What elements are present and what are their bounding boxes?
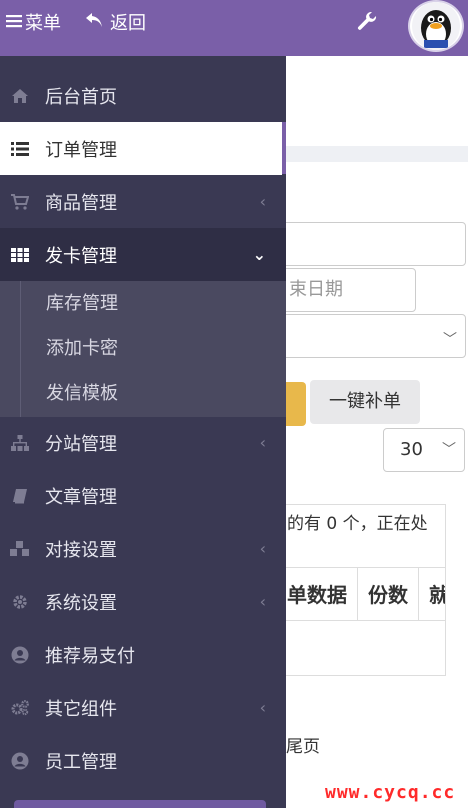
submenu-item-add-card[interactable]: 添加卡密 (46, 326, 118, 371)
chevron-down-icon: ﹀ (442, 442, 456, 458)
avatar[interactable] (408, 0, 464, 52)
orders-table: 的有 0 个，正在处 单数据 份数 就 (276, 504, 446, 676)
sidebar-item-epay[interactable]: 推荐易支付 (0, 628, 286, 681)
back-arrow-icon (84, 11, 104, 34)
menu-button[interactable]: 菜单 (6, 10, 61, 34)
sidebar-item-home[interactable]: 后台首页 (0, 69, 286, 122)
status-select[interactable]: ﹀ (276, 314, 466, 358)
one-click-reorder-button[interactable]: 一键补单 (310, 380, 420, 424)
gears-icon (10, 698, 30, 718)
status-hint: 的有 0 个，正在处 (287, 514, 428, 534)
sidebar-item-articles[interactable]: 文章管理 (0, 469, 286, 522)
sidebar-item-label: 商品管理 (45, 192, 117, 214)
sidebar-item-label: 发卡管理 (45, 245, 117, 267)
wrench-icon[interactable] (356, 10, 380, 34)
sidebar-item-integration[interactable]: 对接设置 ‹ (0, 522, 286, 575)
menu-label: 菜单 (25, 13, 61, 34)
cards-submenu: 库存管理 添加卡密 发信模板 (0, 281, 286, 417)
top-panel (286, 56, 468, 146)
home-icon (10, 86, 30, 106)
sidebar-item-substations[interactable]: 分站管理 ‹ (0, 416, 286, 469)
logout-button[interactable] (14, 800, 266, 808)
active-indicator (282, 122, 286, 174)
divider (286, 146, 468, 162)
cubes-icon (10, 539, 30, 559)
gear-icon (10, 592, 30, 612)
sidebar-item-components[interactable]: 其它组件 ‹ (0, 681, 286, 734)
cart-icon (10, 192, 30, 212)
sidebar-item-products[interactable]: 商品管理 ‹ (0, 175, 286, 228)
column-header: 单数据 (277, 568, 358, 620)
hamburger-icon (6, 12, 22, 33)
back-button[interactable]: 返回 (84, 10, 146, 34)
sidebar-item-label: 后台首页 (45, 86, 117, 108)
search-input[interactable] (276, 222, 466, 266)
submenu-guide-line (20, 281, 21, 417)
page-size-select[interactable]: 30 ﹀ (383, 428, 465, 472)
chevron-down-icon: ⌄ (252, 245, 266, 264)
sidebar-item-label: 其它组件 (45, 698, 117, 720)
sidebar-item-label: 员工管理 (45, 751, 117, 773)
sidebar-item-staff[interactable]: 员工管理 (0, 734, 286, 787)
sidebar-item-label: 文章管理 (45, 486, 117, 508)
chevron-left-icon: ‹ (259, 539, 266, 558)
back-label: 返回 (110, 13, 146, 34)
end-date-input[interactable]: 束日期 (276, 268, 416, 312)
sidebar-item-orders[interactable]: 订单管理 (0, 122, 282, 175)
page-size-value: 30 (400, 439, 423, 460)
grid-icon (10, 245, 30, 265)
sidebar-item-label: 对接设置 (45, 539, 117, 561)
sidebar-item-cards[interactable]: 发卡管理 ⌄ (0, 228, 286, 281)
user-circle-icon (10, 751, 30, 771)
table-header-row: 单数据 份数 就 (277, 567, 445, 621)
top-bar: 菜单 返回 (0, 0, 468, 56)
sidebar-item-label: 推荐易支付 (45, 645, 135, 667)
sidebar: 后台首页 订单管理 商品管理 ‹ 发卡管理 ⌄ 库存管理 添加卡密 发信模板 分… (0, 56, 286, 808)
sidebar-item-label: 系统设置 (45, 592, 117, 614)
column-header: 份数 (358, 568, 419, 620)
sidebar-item-system[interactable]: 系统设置 ‹ (0, 575, 286, 628)
submenu-item-mail-template[interactable]: 发信模板 (46, 371, 118, 416)
list-icon (10, 139, 30, 159)
chevron-left-icon: ‹ (259, 433, 266, 452)
sitemap-icon (10, 433, 30, 453)
chevron-left-icon: ‹ (259, 192, 266, 211)
book-icon (10, 486, 30, 506)
chevron-down-icon: ﹀ (443, 332, 457, 348)
chevron-left-icon: ‹ (259, 698, 266, 717)
submenu-item-inventory[interactable]: 库存管理 (46, 281, 118, 326)
column-header: 就 (419, 568, 445, 620)
watermark: www.cycq.cc (325, 782, 456, 803)
chevron-left-icon: ‹ (259, 592, 266, 611)
main-content: 束日期 ﹀ 一键补单 30 ﹀ 的有 0 个，正在处 单数据 份数 就 尾页 (276, 56, 468, 808)
sidebar-item-label: 分站管理 (45, 433, 117, 455)
sidebar-item-label: 订单管理 (45, 139, 117, 161)
user-circle-icon (10, 645, 30, 665)
last-page-link[interactable]: 尾页 (286, 732, 320, 757)
